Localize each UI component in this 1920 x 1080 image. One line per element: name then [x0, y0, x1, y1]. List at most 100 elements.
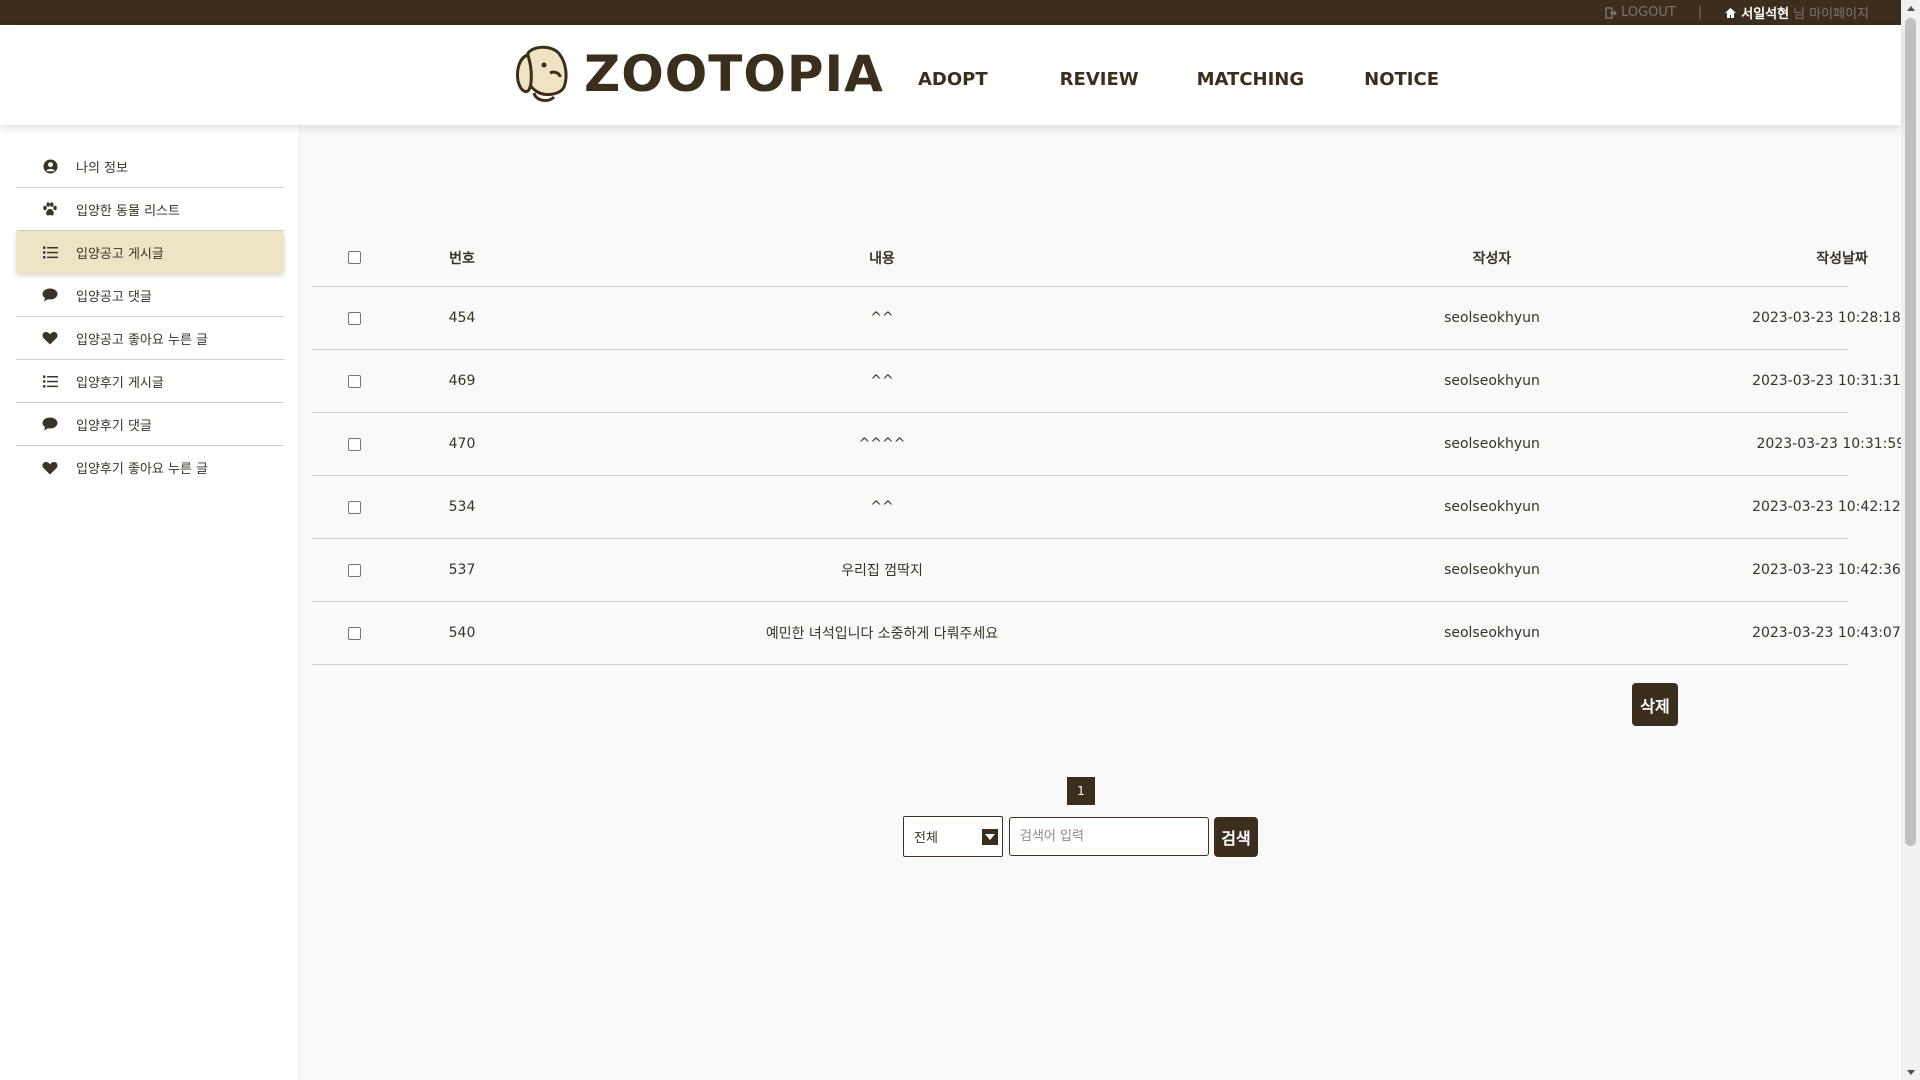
sidebar-item-label: 나의 정보 [76, 160, 128, 176]
scroll-down-arrow[interactable] [1901, 1064, 1920, 1080]
sidebar-item-review-likes[interactable]: 입양후기 좋아요 누른 글 [16, 446, 284, 489]
post-writer: seolseokhyun [1444, 562, 1540, 578]
post-writer: seolseokhyun [1444, 625, 1540, 641]
brand-name: ZOOTOPIA [584, 45, 884, 103]
list-icon [42, 245, 58, 261]
search-type-value: 전체 [914, 831, 938, 846]
top-bar-links: LOGOUT | 서일석현 님 마이페이지 [1605, 3, 1869, 22]
pagination-page-1[interactable]: 1 [1067, 777, 1095, 805]
row-checkbox[interactable] [347, 626, 361, 640]
sidebar-item-review-posts[interactable]: 입양후기 게시글 [16, 360, 284, 403]
post-date: 2023-03-23 10:42:12.579 [1752, 499, 1920, 515]
table-row[interactable]: 537 우리집 껌딱지 seolseokhyun 2023-03-23 10:4… [312, 539, 1920, 602]
column-header-writer: 작성자 [1472, 250, 1512, 267]
column-header-date: 작성날짜 [1816, 250, 1868, 267]
nav-review[interactable]: REVIEW [1060, 69, 1139, 90]
user-name: 서일석현 [1741, 7, 1790, 22]
column-header-content: 내용 [869, 250, 895, 267]
top-bar: LOGOUT | 서일석현 님 마이페이지 [0, 0, 1901, 25]
sidebar-menu: 나의 정보 입양한 동물 리스트 입양공고 게시글 입양공고 댓글 입양공고 좋… [16, 145, 284, 489]
row-checkbox[interactable] [347, 311, 361, 325]
row-checkbox-cell [342, 602, 366, 664]
table-header: 번호 내용 작성자 작성날짜 [312, 229, 1868, 287]
post-date: 2023-03-23 10:42:36.656 [1752, 562, 1920, 578]
row-checkbox-cell [342, 539, 366, 601]
post-content[interactable]: ^^^^ [732, 413, 1032, 475]
row-checkbox[interactable] [347, 374, 361, 388]
sidebar-item-label: 입양공고 게시글 [76, 247, 164, 262]
sidebar-item-label: 입양공고 댓글 [76, 289, 152, 305]
paw-icon [42, 201, 58, 217]
search-button[interactable]: 검색 [1214, 816, 1258, 857]
logout-icon [1605, 6, 1618, 19]
table-row[interactable]: 540 예민한 녀석입니다 소중하게 다뤄주세요 seolseokhyun 20… [312, 602, 1920, 665]
sidebar-item-label: 입양후기 좋아요 누른 글 [76, 462, 208, 477]
post-writer: seolseokhyun [1444, 499, 1540, 515]
brand-logo[interactable]: ZOOTOPIA [514, 43, 884, 105]
post-number: 470 [448, 436, 476, 452]
post-date: 2023-03-23 10:43:07.589 [1752, 625, 1920, 641]
table-row[interactable]: 454 ^^ seolseokhyun 2023-03-23 10:28:18.… [312, 287, 1920, 350]
mypage-sidebar: 나의 정보 입양한 동물 리스트 입양공고 게시글 입양공고 댓글 입양공고 좋… [0, 125, 300, 1080]
site-header: ZOOTOPIA ADOPT REVIEW MATCHING NOTICE [0, 25, 1901, 125]
logout-link[interactable]: LOGOUT [1605, 5, 1676, 20]
sidebar-item-label: 입양한 동물 리스트 [76, 203, 180, 219]
post-number: 540 [448, 625, 476, 641]
scroll-thumb[interactable] [1905, 18, 1916, 846]
scroll-up-arrow[interactable] [1901, 0, 1920, 16]
post-content[interactable]: 예민한 녀석입니다 소중하게 다뤄주세요 [732, 602, 1032, 664]
nav-matching[interactable]: MATCHING [1197, 69, 1305, 90]
table-row[interactable]: 470 ^^^^ seolseokhyun 2023-03-23 10:31:5… [312, 413, 1920, 476]
mypage-label: 님 마이페이지 [1793, 7, 1869, 22]
sidebar-item-review-comments[interactable]: 입양후기 댓글 [16, 403, 284, 446]
posts-table: 번호 내용 작성자 작성날짜 454 ^^ seolseokhyun 2023-… [312, 229, 1920, 665]
post-writer: seolseokhyun [1444, 310, 1540, 326]
heart-icon [42, 330, 58, 346]
row-checkbox-cell [342, 350, 366, 412]
main-content: 번호 내용 작성자 작성날짜 454 ^^ seolseokhyun 2023-… [300, 125, 1920, 1080]
post-content[interactable]: ^^ [732, 350, 1032, 412]
post-number: 537 [448, 562, 476, 578]
sidebar-item-adoption-comments[interactable]: 입양공고 댓글 [16, 274, 284, 317]
nav-notice[interactable]: NOTICE [1364, 69, 1439, 90]
post-number: 469 [448, 373, 476, 389]
user-circle-icon [42, 158, 58, 174]
heart-icon [42, 460, 58, 476]
row-checkbox-cell [342, 287, 366, 349]
select-all-checkbox[interactable] [347, 251, 361, 264]
delete-button[interactable]: 삭제 [1632, 683, 1678, 726]
sidebar-item-adopted-animals[interactable]: 입양한 동물 리스트 [16, 188, 284, 231]
post-content[interactable]: ^^ [732, 287, 1032, 349]
select-all-cell [342, 229, 366, 286]
page-scrollbar[interactable] [1901, 0, 1920, 1080]
mypage-link[interactable]: 서일석현 님 마이페이지 [1724, 3, 1869, 22]
sidebar-item-my-info[interactable]: 나의 정보 [16, 145, 284, 188]
post-date: 2023-03-23 10:31:59.84 [1756, 436, 1920, 452]
dog-logo-icon [516, 45, 568, 102]
top-separator: | [1697, 5, 1703, 20]
sidebar-item-adoption-posts[interactable]: 입양공고 게시글 [16, 231, 284, 274]
row-checkbox[interactable] [347, 500, 361, 514]
row-checkbox-cell [342, 413, 366, 475]
search-input[interactable] [1009, 817, 1209, 856]
sidebar-item-label: 입양공고 좋아요 누른 글 [76, 332, 208, 348]
home-icon [1725, 7, 1737, 18]
search-type-select[interactable]: 전체 [903, 816, 1003, 857]
sidebar-item-label: 입양후기 댓글 [76, 418, 152, 434]
comment-icon [42, 287, 58, 303]
sidebar-item-adoption-likes[interactable]: 입양공고 좋아요 누른 글 [16, 317, 284, 360]
sidebar-item-label: 입양후기 게시글 [76, 375, 164, 391]
post-content[interactable]: 우리집 껌딱지 [732, 539, 1032, 601]
row-checkbox[interactable] [347, 437, 361, 451]
post-number: 454 [448, 310, 476, 326]
list-icon [42, 373, 58, 389]
table-row[interactable]: 534 ^^ seolseokhyun 2023-03-23 10:42:12.… [312, 476, 1920, 539]
comment-icon [42, 416, 58, 432]
post-writer: seolseokhyun [1444, 436, 1540, 452]
column-header-number: 번호 [449, 250, 475, 267]
table-row[interactable]: 469 ^^ seolseokhyun 2023-03-23 10:31:31.… [312, 350, 1920, 413]
nav-adopt[interactable]: ADOPT [918, 69, 988, 90]
post-content[interactable]: ^^ [732, 476, 1032, 538]
post-number: 534 [448, 499, 476, 515]
row-checkbox[interactable] [347, 563, 361, 577]
